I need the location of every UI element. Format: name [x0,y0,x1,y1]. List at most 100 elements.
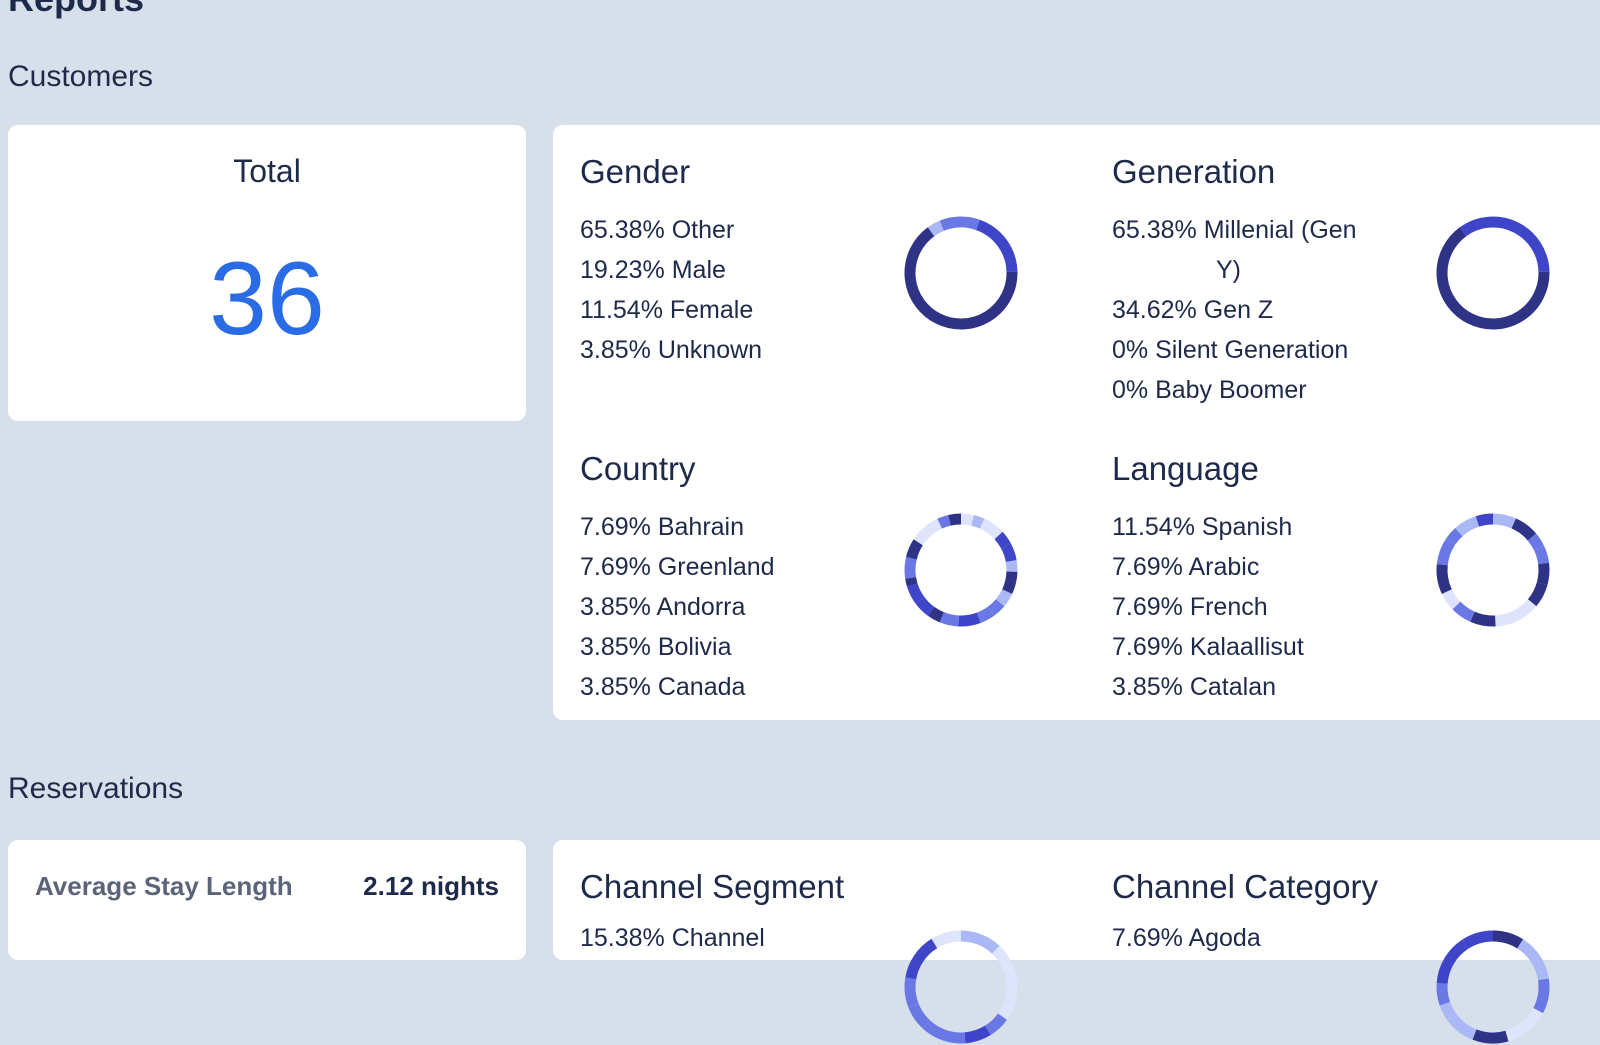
donut-segment[interactable] [987,599,1005,616]
donut-segment[interactable] [1475,513,1494,527]
gender-item: 65.38% Other [580,216,735,244]
country-donut-chart[interactable] [903,512,1019,628]
donut-segment[interactable] [1448,1014,1477,1040]
donut-segment[interactable] [927,220,944,237]
donut-segment[interactable] [1436,983,1451,1006]
gender-item: 3.85% Unknown [580,336,763,364]
total-value: 36 [209,241,325,357]
donut-segment[interactable] [991,945,1018,993]
donut-segment[interactable] [1470,611,1496,627]
donut-segment[interactable] [1436,564,1452,594]
donut-segment[interactable] [979,518,1003,540]
donut-segment[interactable] [905,938,938,980]
donut-segment[interactable] [976,606,995,623]
donut-segment[interactable] [1505,1007,1544,1042]
donut-segment[interactable] [928,518,943,533]
donut-segment[interactable] [1000,543,1017,563]
donut-segment[interactable] [922,1020,966,1044]
total-label: Total [233,153,301,189]
channel-category-title: Channel Category [1112,868,1378,905]
donut-segment[interactable] [1441,589,1461,610]
donut-segment[interactable] [915,596,935,616]
customers-section-title: Customers [8,60,154,93]
average-stay-label: Average Stay Length [35,871,293,901]
donut-segment[interactable] [995,589,1013,607]
donut-segment[interactable] [984,1013,1007,1036]
donut-segment[interactable] [960,513,974,526]
language-donut-chart[interactable] [1435,512,1551,628]
donut-segment[interactable] [1459,216,1550,273]
donut-segment[interactable] [1494,606,1527,627]
donut-segment[interactable] [1534,545,1550,565]
donut-segment[interactable] [904,227,1018,330]
country-item: 3.85% Canada [580,673,746,701]
channel-category-donut-chart[interactable] [1435,929,1551,1045]
donut-segment[interactable] [1436,939,1469,985]
total-customers-card: Total 36 [8,125,526,421]
donut-segment[interactable] [905,576,918,587]
generation-item: 0% Silent Generation [1112,336,1349,364]
language-item: 7.69% Kalaallisut [1112,633,1304,661]
language-panel: Language 11.54% Spanish 7.69% Arabic 7.6… [1085,422,1600,701]
donut-segment[interactable] [937,514,951,529]
demographics-card: Gender 65.38% Other 19.23% Male 11.54% F… [553,125,1600,720]
language-item: 7.69% French [1112,593,1268,621]
country-list: 7.69% Bahrain 7.69% Greenland 3.85% Ando… [580,507,910,707]
page-title: Reports [8,0,144,20]
donut-segment[interactable] [1527,581,1548,607]
donut-segment[interactable] [1461,930,1494,950]
donut-segment[interactable] [906,583,925,604]
donut-segment[interactable] [1002,571,1018,595]
donut-segment[interactable] [1536,562,1550,586]
channels-card: Channel Segment 15.38% Channel Channel C… [553,840,1600,1044]
donut-segment[interactable] [964,1025,991,1044]
country-item: 3.85% Bolivia [580,633,732,661]
donut-segment[interactable] [1436,227,1550,330]
donut-segment[interactable] [994,531,1011,549]
donut-segment[interactable] [1492,930,1524,949]
channel-category-panel: Channel Category 7.69% Agoda [1085,840,1600,1044]
donut-segment[interactable] [948,513,962,526]
country-panel: Country 7.69% Bahrain 7.69% Greenland 3.… [553,422,1073,701]
donut-segment[interactable] [1472,1029,1509,1044]
donut-segment[interactable] [904,556,917,579]
donut-segment[interactable] [931,930,962,949]
donut-segment[interactable] [1005,560,1018,572]
donut-segment[interactable] [939,216,980,231]
donut-segment[interactable] [1439,1001,1458,1022]
generation-title: Generation [1112,153,1276,190]
generation-donut-chart[interactable] [1435,215,1551,331]
donut-segment[interactable] [997,991,1018,1020]
generation-item: 0% Baby Boomer [1112,376,1307,404]
donut-segment[interactable] [1511,518,1537,541]
donut-segment[interactable] [904,977,919,1008]
donut-segment[interactable] [975,219,1018,273]
gender-title: Gender [580,153,691,190]
channel-segment-donut-chart[interactable] [903,929,1019,1045]
donut-segment[interactable] [1519,599,1537,616]
donut-segment[interactable] [1452,601,1475,622]
donut-segment[interactable] [958,612,981,627]
donut-segment[interactable] [906,539,923,560]
donut-segment[interactable] [927,606,945,623]
donut-segment[interactable] [1436,538,1456,566]
country-item: 7.69% Bahrain [580,513,745,541]
gender-donut-chart[interactable] [903,215,1019,331]
donut-segment[interactable] [1533,978,1550,1014]
average-stay-value: 2.12 nights [363,871,499,901]
donut-segment[interactable] [913,523,935,546]
donut-segment[interactable] [1446,528,1463,545]
donut-segment[interactable] [1517,939,1549,981]
donut-segment[interactable] [971,514,985,529]
gender-list: 65.38% Other 19.23% Male 11.54% Female 3… [580,210,910,370]
donut-segment[interactable] [1527,533,1545,551]
donut-segment[interactable] [939,612,960,627]
donut-segment[interactable] [960,930,1000,954]
donut-segment[interactable] [1492,513,1516,529]
language-item: 11.54% Spanish [1112,513,1293,541]
donut-segment[interactable] [1455,516,1480,537]
generation-item: 65.38% Millenial (Gen Y) [1112,210,1442,290]
donut-segment[interactable] [908,1003,931,1029]
country-item: 7.69% Greenland [580,553,775,581]
language-title: Language [1112,450,1259,487]
